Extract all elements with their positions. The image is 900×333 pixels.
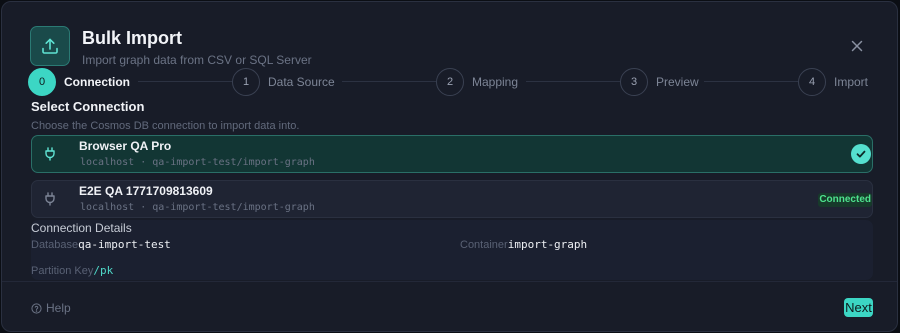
help-link[interactable]: Help bbox=[31, 301, 71, 315]
dialog-subtitle: Import graph data from CSV or SQL Server bbox=[82, 53, 312, 67]
upload-icon bbox=[30, 26, 70, 66]
container-label: Container bbox=[460, 239, 508, 251]
connection-meta: localhost · qa-import-test/import-graph bbox=[80, 157, 315, 168]
plug-icon bbox=[45, 192, 55, 206]
partition-key-value: /pk bbox=[93, 264, 114, 277]
status-badge: Connected bbox=[818, 193, 872, 207]
connection-path: qa-import-test/import-graph bbox=[152, 157, 315, 168]
step-connection[interactable]: 0 Connection bbox=[28, 67, 130, 97]
footer-divider bbox=[2, 281, 897, 282]
step-connector bbox=[526, 81, 620, 82]
step-connector bbox=[138, 81, 232, 82]
details-title: Connection Details bbox=[31, 221, 132, 235]
step-label: Import bbox=[834, 75, 869, 89]
meta-separator: · bbox=[140, 157, 147, 168]
section-description: Choose the Cosmos DB connection to impor… bbox=[31, 120, 300, 132]
connection-name: E2E QA 1771709813609 bbox=[79, 184, 213, 198]
container-field: Containerimport-graph bbox=[460, 238, 587, 251]
step-label: Mapping bbox=[472, 75, 519, 89]
help-label: Help bbox=[46, 301, 71, 315]
step-data-source[interactable]: 1 Data Source bbox=[232, 67, 335, 97]
meta-separator: · bbox=[140, 202, 147, 213]
step-import[interactable]: 4 Import bbox=[798, 67, 868, 97]
help-icon bbox=[31, 302, 42, 314]
database-label: Database bbox=[31, 239, 79, 251]
step-connector bbox=[704, 81, 798, 82]
step-preview[interactable]: 3 Preview bbox=[620, 67, 699, 97]
partition-key-field: Partition Key/pk bbox=[31, 264, 113, 277]
database-field: Databaseqa-import-test bbox=[31, 238, 171, 251]
connection-option-e2e-qa[interactable]: E2E QA 1771709813609 localhost · qa-impo… bbox=[31, 180, 873, 218]
connection-host: localhost bbox=[80, 202, 135, 213]
bulk-import-dialog: Bulk Import Import graph data from CSV o… bbox=[1, 1, 898, 332]
connection-host: localhost bbox=[80, 157, 135, 168]
connection-meta: localhost · qa-import-test/import-graph bbox=[80, 202, 315, 213]
step-label: Preview bbox=[656, 75, 699, 89]
check-icon bbox=[851, 144, 871, 164]
close-icon bbox=[851, 40, 863, 52]
step-label: Connection bbox=[64, 75, 130, 89]
database-value: qa-import-test bbox=[78, 238, 171, 251]
step-label: Data Source bbox=[268, 75, 335, 89]
container-value: import-graph bbox=[507, 238, 588, 251]
dialog-title: Bulk Import bbox=[82, 28, 183, 48]
step-indicator: 0 Connection 1 Data Source 2 Mapping 3 P… bbox=[28, 67, 876, 97]
connection-path: qa-import-test/import-graph bbox=[152, 202, 315, 213]
plug-icon bbox=[45, 147, 55, 161]
step-number: 1 bbox=[232, 68, 260, 96]
connection-name: Browser QA Pro bbox=[79, 139, 172, 153]
section-title: Select Connection bbox=[31, 99, 145, 114]
step-connector bbox=[342, 81, 436, 82]
close-button[interactable] bbox=[847, 36, 867, 56]
step-number: 4 bbox=[798, 68, 826, 96]
connection-details-panel: Connection Details Databaseqa-import-tes… bbox=[31, 220, 873, 280]
step-number: 0 bbox=[28, 68, 56, 96]
partition-key-label: Partition Key bbox=[31, 265, 94, 277]
next-button[interactable]: Next bbox=[844, 298, 873, 317]
step-number: 3 bbox=[620, 68, 648, 96]
connection-option-browser-qa-pro[interactable]: Browser QA Pro localhost · qa-import-tes… bbox=[31, 135, 873, 173]
step-number: 2 bbox=[436, 68, 464, 96]
step-mapping[interactable]: 2 Mapping bbox=[436, 67, 518, 97]
